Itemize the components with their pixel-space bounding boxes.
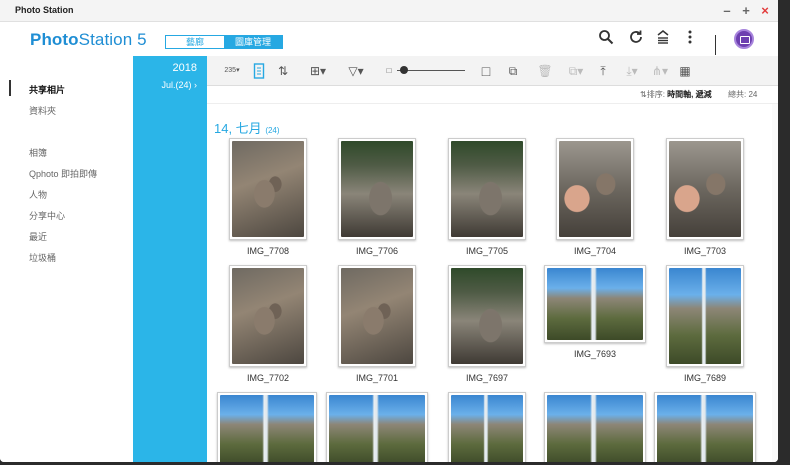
timeline-year[interactable]: 2018	[173, 62, 197, 74]
sort-icon: ⇅	[640, 90, 647, 99]
qr-code-icon[interactable]: ▦	[677, 63, 693, 79]
photo-caption: IMG_7703	[683, 246, 727, 256]
photo-thumbnail[interactable]	[326, 392, 428, 462]
photo-thumbnail[interactable]	[229, 138, 307, 240]
photo-thumbnail[interactable]	[229, 265, 307, 367]
toolbar: 235▾ ⇅ ⊞▾ ▽▾ □ □ ⧉ 🗑 ⧉▾ ⤒ ⤓▾ ⋔▾ ▦	[207, 56, 778, 86]
timeline-month[interactable]: Jul.(24) ›	[161, 80, 197, 90]
info-panel-icon[interactable]	[251, 63, 267, 79]
photo-filter-icon[interactable]: 235▾	[221, 63, 243, 79]
sidebar-item-share-center[interactable]: 分享中心	[29, 209, 65, 222]
photo-image	[451, 141, 523, 237]
photo-station-window: Photo Station – + × PhotoStation 5 藝廊 圖庫…	[0, 0, 778, 462]
photo-image	[451, 268, 523, 364]
refresh-icon[interactable]	[626, 29, 646, 49]
close-button[interactable]: ×	[760, 3, 770, 19]
upload-icon[interactable]: ⤒	[595, 63, 611, 79]
large-size-icon[interactable]: □	[479, 63, 493, 79]
photo-thumbnail[interactable]	[666, 265, 744, 367]
photo-thumbnail[interactable]	[338, 138, 416, 240]
photo-thumbnail[interactable]	[448, 392, 526, 462]
photo-grid-area: 14, 七月 (24) IMG_7708 IMG_7706 IMG_7705 IMG_…	[207, 104, 778, 462]
photo-image	[547, 395, 643, 462]
photo-thumbnail[interactable]	[448, 265, 526, 367]
sort-indicator[interactable]: ⇅排序: 時間軸, 遞減	[640, 89, 712, 100]
search-icon[interactable]	[596, 29, 616, 49]
add-icon[interactable]: ⊞▾	[307, 63, 329, 79]
photo-thumbnail[interactable]	[338, 265, 416, 367]
photo-thumbnail[interactable]	[556, 138, 634, 240]
photo-image	[329, 395, 425, 462]
photo-caption: IMG_7702	[246, 373, 290, 383]
photo-thumbnail[interactable]	[217, 392, 317, 462]
more-icon[interactable]	[680, 29, 700, 49]
share-icon[interactable]: ⋔▾	[649, 63, 671, 79]
small-size-icon[interactable]: □	[384, 63, 394, 79]
window-title: Photo Station	[15, 5, 74, 15]
selected-marker	[9, 80, 11, 96]
sort-icon[interactable]: ⇅	[275, 63, 291, 79]
photo-image	[220, 395, 314, 462]
date-group-title: 14, 七月 (24)	[214, 121, 280, 136]
photo-image	[669, 141, 741, 237]
title-bar: Photo Station – + ×	[0, 0, 778, 22]
delete-icon[interactable]: 🗑	[537, 63, 553, 79]
multi-select-icon[interactable]: ⧉	[505, 63, 521, 79]
window-controls: – + ×	[722, 3, 770, 19]
sidebar-item-qphoto[interactable]: Qphoto 即拍即傳	[29, 167, 97, 180]
photo-caption: IMG_7704	[573, 246, 617, 256]
slider-handle[interactable]	[399, 66, 408, 74]
tab-gallery[interactable]: 藝廊	[166, 36, 225, 48]
photo-caption: IMG_7708	[246, 246, 290, 256]
photo-thumbnail[interactable]	[544, 265, 646, 343]
photo-image	[451, 395, 523, 462]
timeline-panel: 2018 Jul.(24) ›	[133, 56, 207, 462]
photo-caption: IMG_7689	[683, 373, 727, 383]
sidebar-item-albums[interactable]: 相簿	[29, 146, 47, 159]
sidebar-item-shared-photos[interactable]: 共享相片	[29, 83, 65, 96]
maximize-button[interactable]: +	[741, 3, 751, 19]
sidebar-item-recent[interactable]: 最近	[29, 230, 47, 243]
total-count: 總共: 24	[728, 90, 758, 99]
photo-thumbnail[interactable]	[544, 392, 646, 462]
photo-image	[341, 141, 413, 237]
photo-caption: IMG_7705	[465, 246, 509, 256]
photo-caption: IMG_7697	[465, 373, 509, 383]
sidebar-item-trash[interactable]: 垃圾桶	[29, 251, 56, 264]
photo-image	[657, 395, 753, 462]
minimize-button[interactable]: –	[722, 3, 732, 19]
app-header: PhotoStation 5 藝廊 圖庫管理	[0, 22, 778, 56]
user-avatar[interactable]	[734, 29, 754, 49]
upload-queue-icon[interactable]	[653, 29, 673, 49]
filter-icon[interactable]: ▽▾	[345, 63, 367, 79]
sidebar: 共享相片 資料夾 相簿 Qphoto 即拍即傳 人物 分享中心 最近 垃圾桶	[0, 56, 133, 462]
photo-caption: IMG_7701	[355, 373, 399, 383]
app-logo: PhotoStation 5	[30, 30, 147, 49]
tab-library-management[interactable]: 圖庫管理	[224, 36, 283, 48]
copy-icon[interactable]: ⧉▾	[565, 63, 587, 79]
photo-image	[547, 268, 643, 340]
view-mode-toggle: 藝廊 圖庫管理	[165, 35, 284, 49]
photo-image	[232, 268, 304, 364]
photo-image	[232, 141, 304, 237]
photo-image	[669, 268, 741, 364]
download-icon[interactable]: ⤓▾	[621, 63, 643, 79]
chevron-right-icon: ›	[194, 80, 197, 90]
photo-image	[559, 141, 631, 237]
photo-caption: IMG_7693	[573, 349, 617, 359]
sidebar-item-people[interactable]: 人物	[29, 188, 47, 201]
photo-thumbnail[interactable]	[448, 138, 526, 240]
sidebar-item-folders[interactable]: 資料夾	[29, 104, 56, 117]
scrollbar[interactable]	[772, 104, 778, 462]
photo-image	[341, 268, 413, 364]
header-divider	[715, 35, 716, 55]
photo-caption: IMG_7706	[355, 246, 399, 256]
photo-thumbnail[interactable]	[666, 138, 744, 240]
sort-bar: ⇅排序: 時間軸, 遞減 總共: 24	[207, 86, 778, 104]
photo-thumbnail[interactable]	[654, 392, 756, 462]
